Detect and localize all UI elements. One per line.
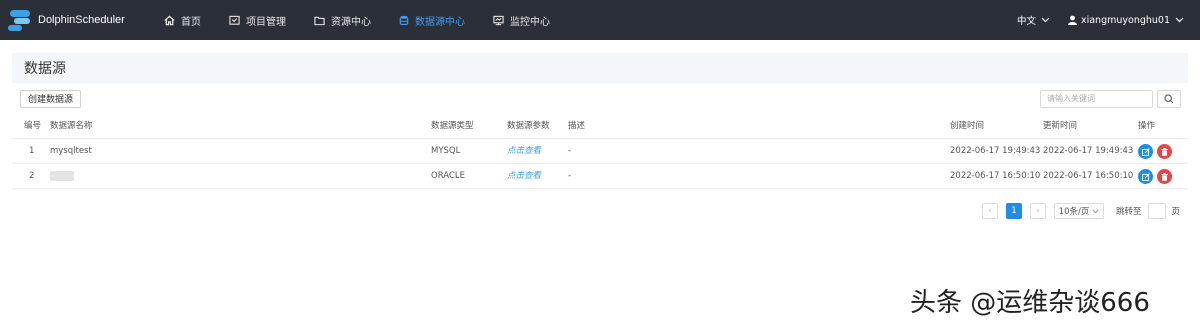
next-page-button[interactable]: › bbox=[1030, 203, 1046, 219]
folder-icon bbox=[314, 15, 325, 26]
search-input[interactable]: 请输入关键词 bbox=[1040, 90, 1153, 108]
edit-button[interactable] bbox=[1138, 169, 1153, 184]
search-icon bbox=[1164, 94, 1174, 104]
nav-label: 资源中心 bbox=[331, 16, 371, 28]
main-nav: 首页 项目管理 资源中心 数据源中心 监控中心 bbox=[148, 0, 562, 40]
table-row: 2 ORACLE 点击查看 - 2022-06-17 16:50:10 2022… bbox=[12, 164, 1188, 189]
language-label: 中文 bbox=[1016, 16, 1036, 27]
nav-label: 监控中心 bbox=[510, 16, 550, 28]
page-title: 数据源 bbox=[24, 61, 66, 77]
header-name: 数据源名称 bbox=[50, 121, 93, 131]
cell-name: mysqltest bbox=[50, 146, 92, 156]
cell-type: ORACLE bbox=[431, 171, 465, 181]
header-no: 编号 bbox=[24, 121, 42, 131]
chevron-down-icon bbox=[1175, 16, 1184, 25]
project-icon bbox=[229, 15, 240, 26]
nav-label: 项目管理 bbox=[246, 16, 286, 28]
page-size-label: 10条/页 bbox=[1058, 207, 1090, 217]
search-button[interactable] bbox=[1157, 90, 1181, 108]
page-1-button[interactable]: 1 bbox=[1006, 203, 1022, 219]
header-desc: 描述 bbox=[568, 121, 586, 131]
edit-button[interactable] bbox=[1138, 144, 1153, 159]
edit-icon bbox=[1141, 147, 1150, 156]
page-title-bar: 数据源 bbox=[12, 53, 1188, 83]
user-menu[interactable]: xiangmuyonghu01 bbox=[1067, 14, 1184, 26]
cell-no: 1 bbox=[29, 146, 35, 156]
page-unit-label: 页 bbox=[1171, 207, 1181, 217]
database-icon bbox=[399, 15, 409, 26]
cell-desc: - bbox=[568, 171, 572, 181]
nav-label: 首页 bbox=[181, 16, 201, 28]
chevron-down-icon bbox=[1092, 208, 1099, 214]
nav-item-monitor[interactable]: 监控中心 bbox=[493, 0, 550, 40]
table-header: 编号 数据源名称 数据源类型 数据源参数 描述 创建时间 更新时间 操作 bbox=[12, 114, 1188, 139]
jump-page-input[interactable] bbox=[1147, 203, 1166, 219]
view-params-link[interactable]: 点击查看 bbox=[507, 139, 541, 164]
view-params-link[interactable]: 点击查看 bbox=[507, 164, 541, 189]
header-type: 数据源类型 bbox=[431, 121, 474, 131]
app-logo[interactable]: DolphinScheduler bbox=[8, 7, 148, 33]
nav-item-projects[interactable]: 项目管理 bbox=[229, 0, 286, 40]
prev-page-button[interactable]: ‹ bbox=[982, 203, 998, 219]
datasource-table: 编号 数据源名称 数据源类型 数据源参数 描述 创建时间 更新时间 操作 1 m… bbox=[12, 114, 1188, 189]
cell-updated: 2022-06-17 16:50:10 bbox=[1043, 171, 1134, 181]
jump-label: 跳转至 bbox=[1116, 207, 1142, 217]
cell-name-redacted bbox=[50, 164, 74, 189]
delete-button[interactable] bbox=[1157, 169, 1172, 184]
header-created: 创建时间 bbox=[950, 121, 985, 131]
top-navbar: DolphinScheduler 首页 项目管理 资源中心 数据源中心 监控中心… bbox=[0, 0, 1200, 40]
watermark: 头条 @运维杂谈666 bbox=[910, 288, 1150, 318]
table-row: 1 mysqltest MYSQL 点击查看 - 2022-06-17 19:4… bbox=[12, 139, 1188, 164]
nav-label: 数据源中心 bbox=[415, 16, 465, 28]
cell-type: MYSQL bbox=[431, 146, 461, 156]
page-size-select[interactable]: 10条/页 bbox=[1054, 203, 1104, 219]
delete-button[interactable] bbox=[1157, 144, 1172, 159]
redacted-name-blur bbox=[50, 170, 74, 181]
header-params: 数据源参数 bbox=[507, 121, 550, 131]
trash-icon bbox=[1161, 147, 1168, 156]
toolbar: 创建数据源 请输入关键词 bbox=[20, 90, 1181, 110]
nav-right: 中文 xiangmuyonghu01 bbox=[1017, 13, 1184, 27]
cell-created: 2022-06-17 19:49:43 bbox=[950, 146, 1041, 156]
cell-no: 2 bbox=[29, 171, 35, 181]
user-icon bbox=[1067, 15, 1077, 25]
user-name: xiangmuyonghu01 bbox=[1080, 14, 1170, 26]
monitor-icon bbox=[493, 15, 504, 26]
dolphinscheduler-logo-icon bbox=[8, 7, 34, 33]
header-ops: 操作 bbox=[1138, 121, 1156, 131]
nav-item-home[interactable]: 首页 bbox=[164, 0, 201, 40]
home-icon bbox=[164, 15, 175, 26]
nav-item-datasource[interactable]: 数据源中心 bbox=[399, 0, 465, 40]
cell-desc: - bbox=[568, 146, 572, 156]
language-switcher[interactable]: 中文 bbox=[1017, 13, 1050, 27]
cell-updated: 2022-06-17 19:49:43 bbox=[1043, 146, 1134, 156]
chevron-down-icon bbox=[1041, 16, 1050, 25]
cell-created: 2022-06-17 16:50:10 bbox=[950, 171, 1041, 181]
header-updated: 更新时间 bbox=[1043, 121, 1078, 131]
pagination: ‹ 1 › 10条/页 跳转至 页 bbox=[982, 202, 1180, 220]
create-datasource-button[interactable]: 创建数据源 bbox=[20, 90, 82, 108]
edit-icon bbox=[1141, 172, 1150, 181]
nav-item-resources[interactable]: 资源中心 bbox=[314, 0, 371, 40]
app-name: DolphinScheduler bbox=[38, 14, 125, 26]
trash-icon bbox=[1161, 172, 1168, 181]
